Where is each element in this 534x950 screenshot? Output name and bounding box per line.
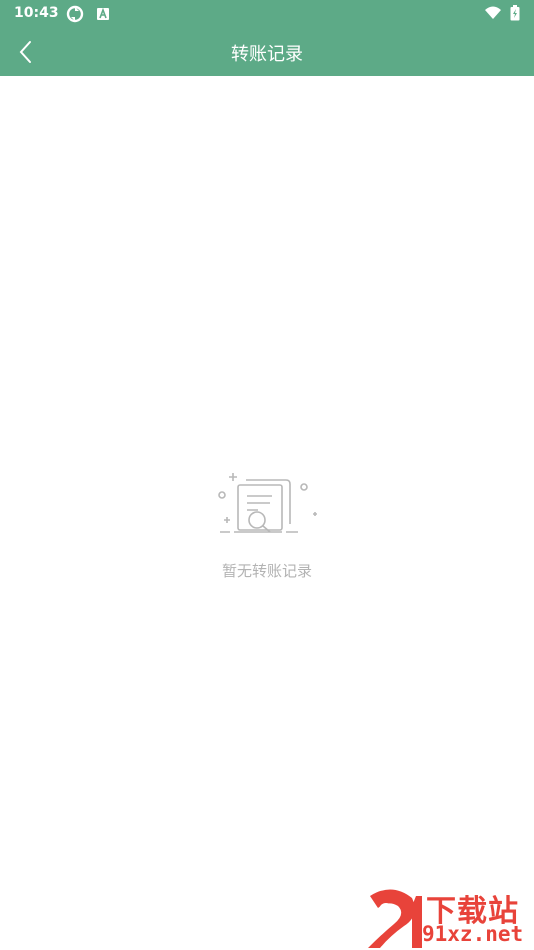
watermark-bottom-text: 91xz.net xyxy=(422,922,524,946)
sync-icon xyxy=(66,5,84,23)
status-time: 10:43 xyxy=(14,5,59,21)
watermark-logo xyxy=(368,889,422,948)
status-icons-left xyxy=(66,5,110,23)
wifi-icon xyxy=(485,6,501,19)
empty-document-search-icon xyxy=(218,473,317,533)
a-badge-icon xyxy=(97,7,109,20)
battery-icon xyxy=(510,5,520,21)
status-icons-right xyxy=(484,5,520,21)
empty-state: 暂无转账记录 xyxy=(0,466,534,581)
page-title: 转账记录 xyxy=(231,44,303,65)
status-bar: 10:43 xyxy=(0,0,534,28)
empty-message: 暂无转账记录 xyxy=(221,562,312,580)
app-header: 转账记录 xyxy=(0,28,534,76)
watermark: 下载站 91xz.net xyxy=(360,886,532,948)
